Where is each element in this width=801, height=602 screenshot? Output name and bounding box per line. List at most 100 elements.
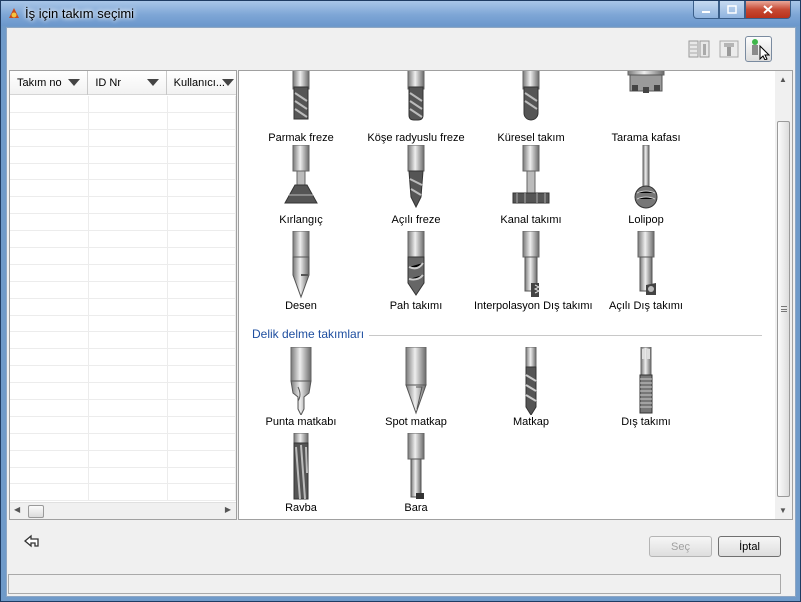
table-row[interactable]	[10, 112, 236, 130]
column-header-tool-no[interactable]: Takım no	[10, 71, 89, 95]
select-button[interactable]: Seç	[649, 536, 712, 557]
dialog-client: Takım no ID Nr Kullanıcı... ◀ ▶ Parmak f…	[6, 27, 796, 597]
tool-gallery[interactable]: Parmak freze Köşe radyuslu freze Küresel t…	[238, 70, 793, 520]
table-row[interactable]	[10, 349, 236, 367]
minimize-button[interactable]	[693, 1, 719, 19]
table-cell	[10, 450, 89, 467]
table-row[interactable]	[10, 416, 236, 434]
tool-item[interactable]: Pah takımı	[359, 231, 473, 312]
table-row[interactable]	[10, 129, 236, 147]
table-row[interactable]	[10, 450, 236, 468]
graphic-view-button[interactable]	[745, 36, 772, 62]
scrollbar-thumb[interactable]	[777, 121, 790, 497]
cancel-button[interactable]: İptal	[718, 536, 781, 557]
close-button[interactable]	[745, 1, 791, 19]
table-row[interactable]	[10, 332, 236, 350]
table-body[interactable]	[10, 96, 236, 502]
table-cell	[89, 264, 168, 281]
table-cell	[89, 315, 168, 332]
table-cell	[168, 349, 236, 366]
column-header-user[interactable]: Kullanıcı...	[167, 71, 236, 95]
tool-item[interactable]: Interpolasyon Dış takımı	[474, 231, 593, 312]
tool-item[interactable]: Bara	[359, 433, 473, 514]
table-row[interactable]	[10, 146, 236, 164]
scroll-down-icon[interactable]: ▼	[779, 506, 787, 515]
tool-item[interactable]: Tarama kafası	[589, 71, 703, 144]
tool-item[interactable]: Açılı freze	[359, 145, 473, 226]
tool-item[interactable]: Dış takımı	[589, 347, 703, 428]
scroll-left-icon[interactable]: ◀	[14, 505, 20, 514]
tool-label: Desen	[285, 300, 317, 312]
table-cell	[89, 400, 168, 416]
tool-label: Parmak freze	[268, 132, 334, 144]
angled-mill-icon	[407, 145, 425, 209]
filter-arrow-icon[interactable]	[222, 79, 235, 86]
table-row[interactable]	[10, 315, 236, 333]
table-cell	[10, 484, 89, 501]
table-row[interactable]	[10, 467, 236, 485]
table-cell	[168, 129, 236, 146]
tool-item[interactable]: Küresel takım	[474, 71, 588, 144]
dialog-window: İş için takım seçimi Takım no ID Nr Kull…	[0, 0, 801, 602]
table-row[interactable]	[10, 383, 236, 401]
table-row[interactable]	[10, 163, 236, 181]
window-title: İş için takım seçimi	[25, 6, 135, 21]
tool-item[interactable]: Spot matkap	[359, 347, 473, 428]
tool-item[interactable]: Lolipop	[589, 145, 703, 226]
filter-arrow-icon[interactable]	[146, 79, 159, 86]
tool-label: Kanal takımı	[500, 214, 562, 226]
scrollbar-thumb[interactable]	[28, 505, 44, 518]
horizontal-scrollbar[interactable]: ◀ ▶	[10, 502, 236, 519]
scroll-right-icon[interactable]: ▶	[225, 505, 231, 514]
table-cell	[89, 180, 168, 197]
lollipop-cutter-icon	[634, 145, 658, 209]
tool-item[interactable]: Desen	[244, 231, 358, 312]
face-mill-head-icon	[627, 71, 665, 93]
tap-icon	[639, 347, 653, 414]
table-cell	[10, 383, 89, 400]
tool-item[interactable]: Punta matkabı	[244, 347, 358, 428]
tool-label: Ravba	[285, 502, 317, 514]
graphic-view-icon	[751, 39, 770, 60]
back-icon[interactable]	[23, 534, 41, 550]
table-cell	[10, 112, 89, 129]
table-row[interactable]	[10, 433, 236, 451]
title-bar[interactable]: İş için takım seçimi	[1, 1, 800, 26]
table-cell	[168, 264, 236, 281]
table-row[interactable]	[10, 180, 236, 198]
tool-view-button[interactable]	[715, 36, 742, 62]
tool-item[interactable]: Köşe radyuslu freze	[359, 71, 473, 144]
tool-item[interactable]: Kanal takımı	[474, 145, 588, 226]
table-row[interactable]	[10, 96, 236, 113]
tool-item[interactable]: Açılı Dış takımı	[589, 231, 703, 312]
vertical-scrollbar[interactable]: ▲ ▼	[775, 71, 792, 519]
table-row[interactable]	[10, 197, 236, 215]
table-row[interactable]	[10, 366, 236, 384]
column-header-id-nr[interactable]: ID Nr	[88, 71, 167, 95]
status-bar	[8, 574, 781, 594]
table-row[interactable]	[10, 214, 236, 232]
table-row[interactable]	[10, 400, 236, 417]
scroll-up-icon[interactable]: ▲	[779, 75, 787, 84]
table-row[interactable]	[10, 281, 236, 299]
table-row[interactable]	[10, 231, 236, 249]
tool-item[interactable]: Matkap	[474, 347, 588, 428]
table-row[interactable]	[10, 264, 236, 282]
table-row[interactable]	[10, 248, 236, 265]
tool-item[interactable]: Kırlangıç	[244, 145, 358, 226]
tool-table[interactable]: Takım no ID Nr Kullanıcı... ◀ ▶	[9, 70, 237, 520]
table-row[interactable]	[10, 484, 236, 502]
table-cell	[89, 484, 168, 501]
list-view-button[interactable]	[685, 36, 712, 62]
table-cell	[168, 298, 236, 315]
table-cell	[89, 129, 168, 146]
table-cell	[168, 484, 236, 501]
table-cell	[10, 298, 89, 315]
column-label: ID Nr	[95, 77, 121, 89]
tool-item[interactable]: Parmak freze	[244, 71, 358, 144]
table-row[interactable]	[10, 298, 236, 316]
table-cell	[89, 450, 168, 467]
tool-item[interactable]: Ravba	[244, 433, 358, 514]
filter-arrow-icon[interactable]	[68, 79, 81, 86]
maximize-button[interactable]	[719, 1, 745, 19]
